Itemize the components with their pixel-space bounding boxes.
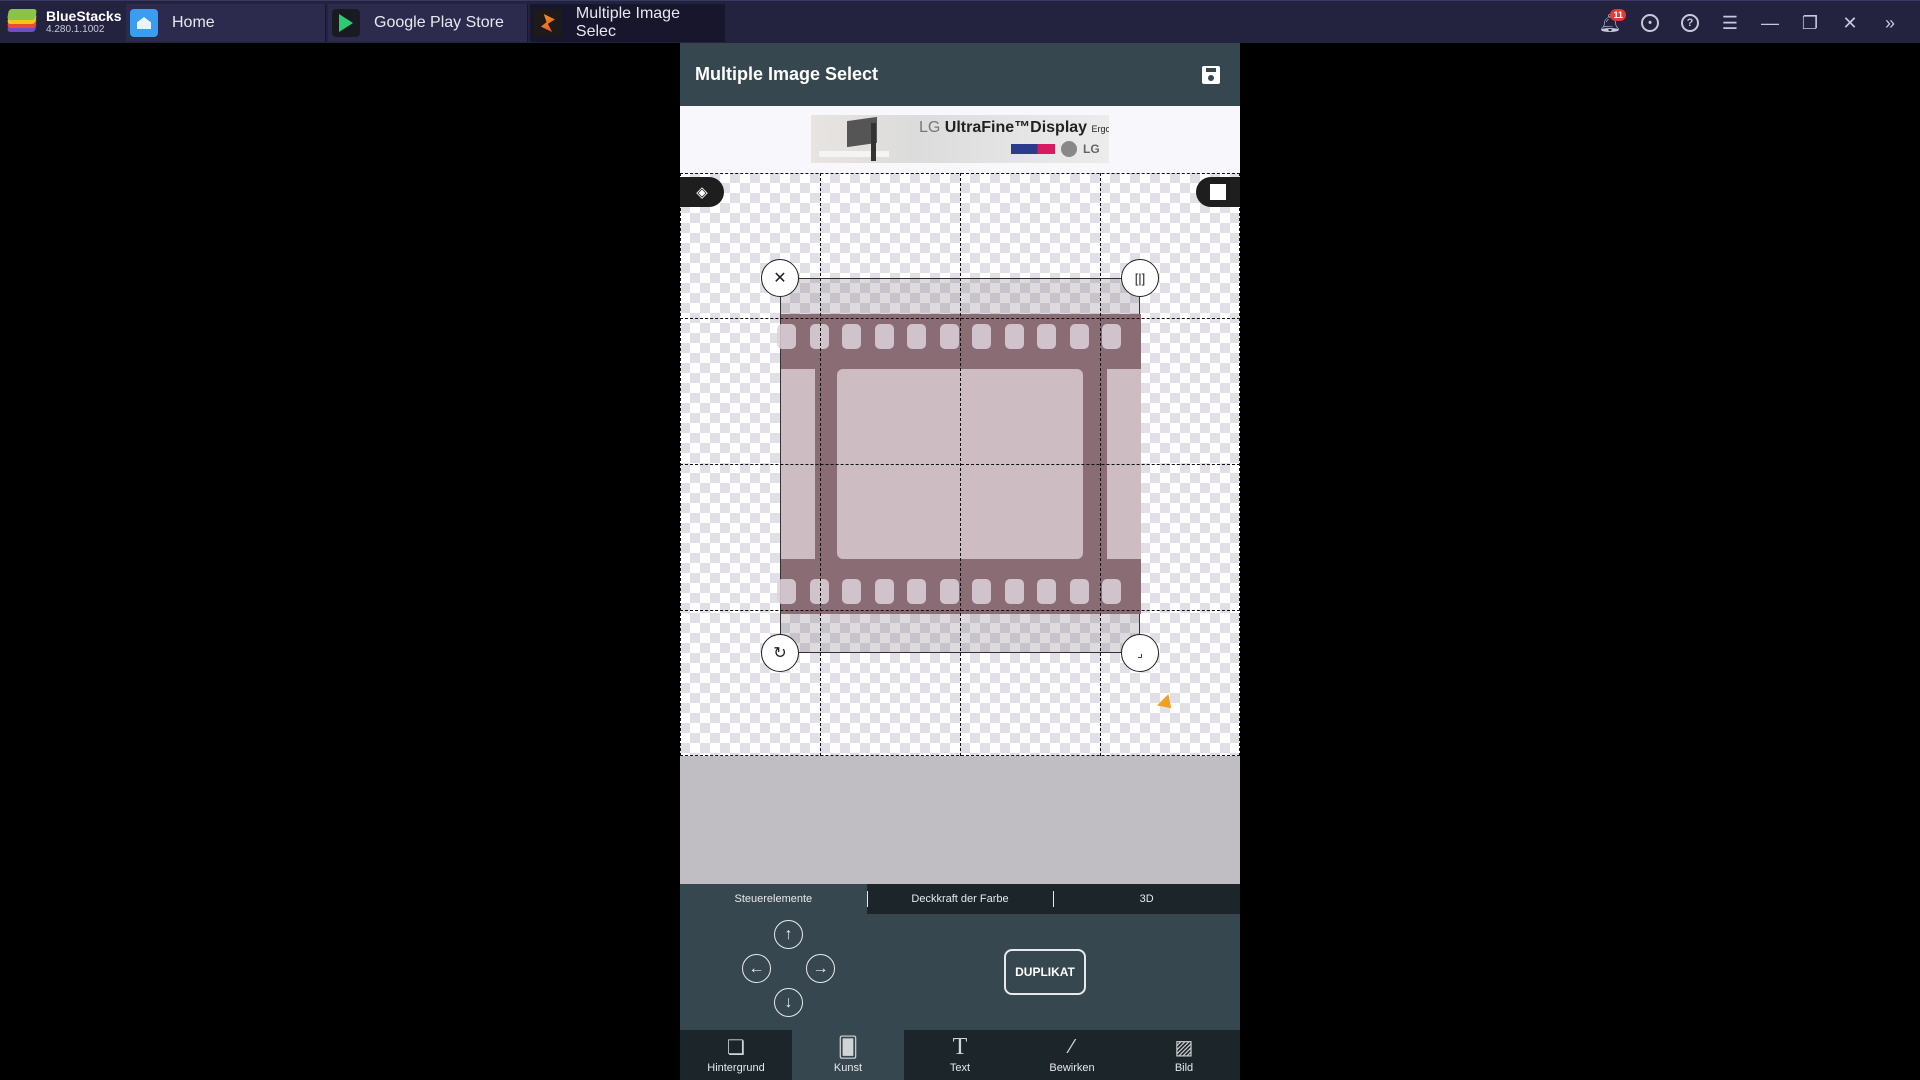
arrow-left-icon: ← [748,959,765,977]
restore-button[interactable]: ❐ [1790,4,1830,42]
expand-sidebar-icon: » [1884,12,1895,33]
brand-version: 4.280.1.1002 [46,24,105,35]
office-partner-logo [1011,144,1055,154]
tab-app-label: Multiple Image Selec [575,5,680,40]
resize-icon: ⌟ [1137,646,1143,660]
layers-button[interactable]: ◈ [680,177,724,207]
tab-multiple-image-select[interactable]: Multiple Image Selec [530,4,725,42]
text-icon: T [952,1033,968,1060]
magic-wand-icon: ⁄ [1070,1035,1074,1058]
home-icon [130,9,158,37]
art-cards-icon: 🂠︎ [837,1036,859,1059]
app-icon [534,9,562,37]
nav-label: Bewirken [1049,1062,1095,1074]
menu-icon: ☰ [1721,12,1739,33]
close-icon: ✕ [773,270,787,287]
rotate-icon: ↻ [773,645,787,662]
lg-logo-icon [1061,141,1077,157]
flip-handle[interactable]: [|] [1121,259,1159,297]
arrow-right-icon: → [812,959,829,977]
editing-canvas[interactable]: ◈ ✕ [|] ↻ ⌟ [680,173,1240,756]
save-icon[interactable] [1202,65,1220,84]
nav-bild[interactable]: ▨ Bild [1128,1030,1240,1080]
nav-kunst[interactable]: 🂠︎ Kunst [792,1030,904,1080]
nav-bewirken[interactable]: ⁄ Bewirken [1016,1030,1128,1080]
notification-badge: 11 [1610,9,1626,21]
arrow-up-icon: ↑ [784,925,793,943]
bluestacks-logo-icon [6,8,38,36]
ad-headline: LG UltraFine™Display Ergo [919,119,1109,136]
bluestacks-brand: BlueStacks 4.280.1.1002 [6,5,124,39]
duplicate-button[interactable]: DUPLIKAT [1004,949,1086,995]
nav-label: Hintergrund [707,1062,765,1074]
delete-handle[interactable]: ✕ [761,259,799,297]
tab-home[interactable]: Home [126,4,326,42]
tab-home-label: Home [172,14,215,31]
close-button[interactable]: ✕ [1830,4,1870,42]
app-screen: Multiple Image Select LG UltraFine™Displ… [680,43,1240,1080]
canvas-border [680,173,1240,756]
account-icon: • [1641,14,1659,32]
window-controls: 🔔︎ 11 • ? ☰ — ❐ ✕ » [1590,4,1910,42]
background-icon: ❏ [727,1036,745,1059]
help-icon: ? [1681,14,1699,32]
close-icon: ✕ [1842,12,1858,33]
subtab-3d[interactable]: 3D [1053,884,1240,914]
move-right-button[interactable]: → [806,954,835,983]
nav-label: Kunst [833,1062,863,1074]
resize-handle[interactable]: ⌟ [1121,634,1159,672]
bluestacks-titlebar: BlueStacks 4.280.1.1002 Home Google Play… [0,0,1920,43]
grid-button[interactable] [1196,177,1240,207]
tab-google-play-store[interactable]: Google Play Store [328,4,528,42]
grid-icon [1210,184,1226,200]
edit-subtabs: Steuerelemente Deckkraft der Farbe 3D [680,884,1240,914]
notifications-button[interactable]: 🔔︎ 11 [1590,4,1630,42]
brand-name: BlueStacks [46,8,122,24]
nav-hintergrund[interactable]: ❏ Hintergrund [680,1030,792,1080]
move-left-button[interactable]: ← [742,954,771,983]
empty-area [680,756,1240,884]
minimize-icon: — [1761,12,1779,33]
bottom-navigation: ❏ Hintergrund 🂠︎ Kunst T Text ⁄ Bewirken… [680,1030,1240,1080]
app-header: Multiple Image Select [680,43,1240,106]
ad-partner: LG [1011,141,1100,157]
move-down-button[interactable]: ↓ [774,988,803,1017]
ad-area: LG UltraFine™Display Ergo LG [680,106,1240,173]
rotate-handle[interactable]: ↻ [761,634,799,672]
nav-label: Bild [1174,1062,1194,1074]
flip-icon: [|] [1134,270,1146,286]
ad-banner[interactable]: LG UltraFine™Display Ergo LG [811,115,1109,163]
restore-icon: ❐ [1801,12,1819,33]
minimize-button[interactable]: — [1750,4,1790,42]
account-button[interactable]: • [1630,4,1670,42]
layers-icon: ◈ [696,184,708,201]
app-title: Multiple Image Select [695,64,879,84]
controls-panel: ↑ ← → ↓ DUPLIKAT [680,914,1240,1030]
image-icon: ▨ [1174,1036,1194,1059]
move-up-button[interactable]: ↑ [774,920,803,949]
help-button[interactable]: ? [1670,4,1710,42]
menu-button[interactable]: ☰ [1710,4,1750,42]
tab-play-store-label: Google Play Store [374,14,504,31]
expand-sidebar-button[interactable]: » [1870,4,1910,42]
nav-text[interactable]: T Text [904,1030,1016,1080]
subtab-deckkraft[interactable]: Deckkraft der Farbe [866,884,1054,914]
play-store-icon [332,9,360,37]
nav-label: Text [949,1062,971,1074]
subtab-steuerelemente[interactable]: Steuerelemente [680,884,867,914]
arrow-down-icon: ↓ [784,993,793,1011]
